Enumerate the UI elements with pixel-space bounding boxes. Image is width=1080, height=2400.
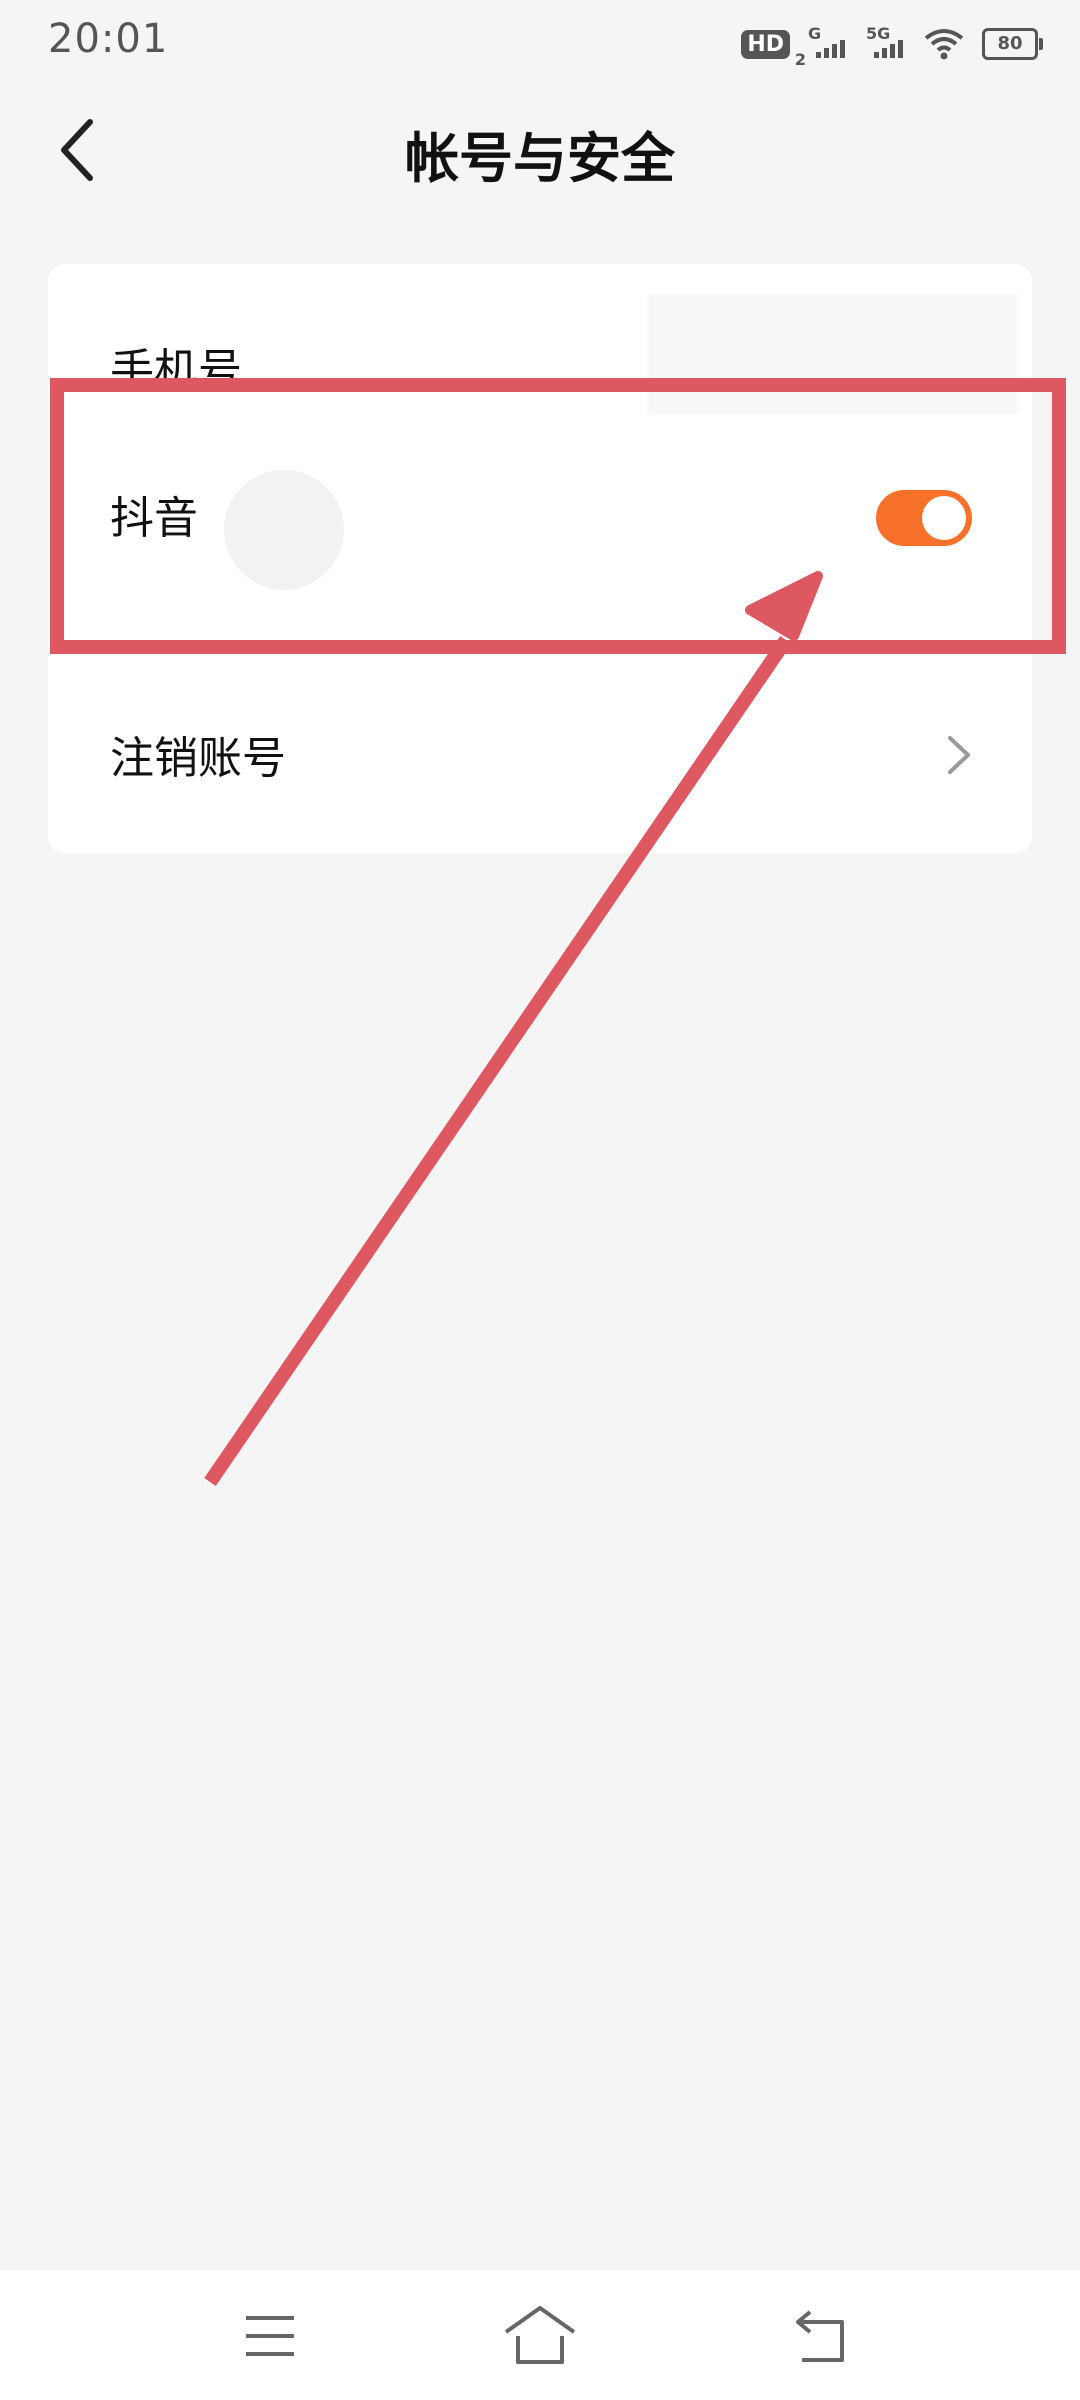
- status-time: 20:01: [48, 16, 169, 62]
- page-title: 帐号与安全: [405, 127, 675, 190]
- menu-icon: [246, 2316, 294, 2356]
- signal-g-icon: G: [808, 24, 848, 64]
- back-icon: [796, 2310, 844, 2362]
- douyin-toggle[interactable]: [876, 490, 972, 546]
- delete-account-row[interactable]: 注销账号: [48, 700, 1032, 840]
- nav-home-button[interactable]: [490, 2292, 590, 2382]
- douyin-row[interactable]: 抖音: [48, 394, 1032, 614]
- delete-account-label: 注销账号: [110, 733, 286, 784]
- douyin-label: 抖音: [110, 493, 198, 544]
- settings-card: 手机号 抖音 注销账号: [48, 264, 1032, 854]
- home-icon: [504, 2306, 576, 2364]
- signal-5g-icon: 5G: [866, 24, 906, 64]
- battery-icon: 80: [982, 28, 1043, 60]
- hd-icon: HD 2: [741, 29, 806, 69]
- toggle-knob: [922, 496, 966, 540]
- nav-back-button[interactable]: [770, 2292, 870, 2382]
- bottom-nav-bar: [0, 2270, 1080, 2400]
- phone-row[interactable]: 手机号: [48, 264, 1032, 414]
- status-bar: 20:01 HD 2 G 5G 80: [0, 0, 1080, 84]
- avatar: [224, 470, 344, 590]
- nav-header: 帐号与安全: [0, 90, 1080, 210]
- chevron-right-icon: [948, 736, 970, 774]
- status-icons: HD 2 G 5G 80: [741, 22, 1043, 69]
- phone-label: 手机号: [110, 345, 242, 396]
- wifi-icon: [924, 29, 964, 60]
- nav-menu-button[interactable]: [220, 2292, 320, 2382]
